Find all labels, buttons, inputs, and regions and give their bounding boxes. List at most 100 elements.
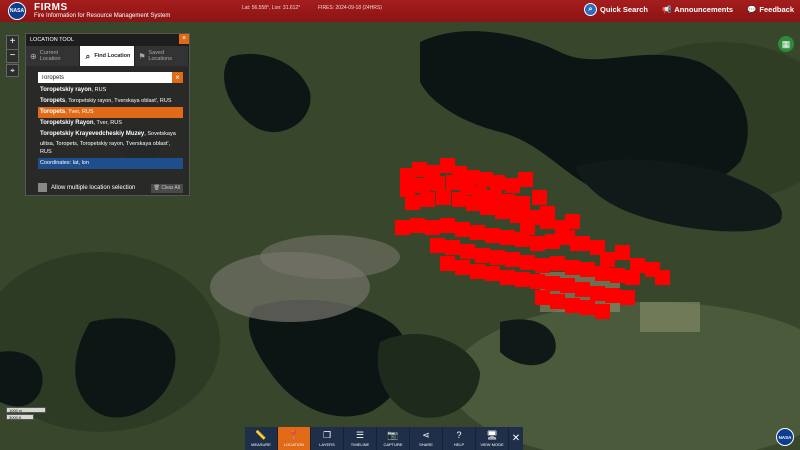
- fire-detection-cell[interactable]: [470, 225, 485, 240]
- tab-saved-locations[interactable]: ⚑ Saved Locations: [135, 46, 189, 66]
- fire-detection-cell[interactable]: [440, 218, 455, 233]
- location-tabs: ⊕ Current Location ⌕ Find Location ⚑ Sav…: [26, 46, 189, 66]
- fire-detection-cell[interactable]: [575, 282, 590, 297]
- fire-detection-cell[interactable]: [580, 262, 595, 277]
- fire-detection-cell[interactable]: [615, 245, 630, 260]
- fire-detection-cell[interactable]: [452, 192, 467, 207]
- fire-detection-cell[interactable]: [410, 218, 425, 233]
- fire-detection-cell[interactable]: [545, 276, 560, 291]
- fire-detection-cell[interactable]: [475, 248, 490, 263]
- fire-detection-cell[interactable]: [560, 278, 575, 293]
- fire-detection-cell[interactable]: [505, 252, 520, 267]
- nasa-logo-corner[interactable]: NASA: [776, 428, 794, 446]
- help-button[interactable]: ? HELP: [443, 427, 476, 450]
- fire-detection-cell[interactable]: [490, 175, 505, 190]
- fire-detection-cell[interactable]: [600, 252, 615, 267]
- result-item-selected[interactable]: Toropets, Tver, RUS: [38, 107, 183, 118]
- zoom-in-button[interactable]: +: [7, 36, 18, 49]
- fire-detection-cell[interactable]: [595, 266, 610, 281]
- fire-detection-cell[interactable]: [518, 172, 533, 187]
- result-item[interactable]: Toropetskiy Krayevedcheskiy Muzey, Sovet…: [38, 129, 183, 158]
- fire-detection-cell[interactable]: [446, 175, 461, 190]
- fire-detection-cell[interactable]: [430, 176, 445, 191]
- fire-detection-cell[interactable]: [500, 230, 515, 245]
- fire-detection-cell[interactable]: [520, 220, 535, 235]
- fire-detection-cell[interactable]: [620, 290, 635, 305]
- fire-detection-cell[interactable]: [430, 238, 445, 253]
- quick-search-button[interactable]: ⌕ Quick Search: [583, 3, 648, 16]
- fire-detection-cell[interactable]: [535, 258, 550, 273]
- checkbox[interactable]: [38, 183, 47, 192]
- fire-detection-cell[interactable]: [540, 214, 555, 229]
- fire-detection-cell[interactable]: [455, 222, 470, 237]
- fire-detection-cell[interactable]: [550, 256, 565, 271]
- fire-detection-cell[interactable]: [565, 214, 580, 229]
- multi-location-toggle[interactable]: Allow multiple location selection: [38, 183, 135, 192]
- fire-detection-cell[interactable]: [400, 182, 415, 197]
- fire-detection-cell[interactable]: [485, 266, 500, 281]
- tab-find-location[interactable]: ⌕ Find Location: [80, 46, 135, 66]
- fire-detection-cell[interactable]: [530, 274, 545, 289]
- announcements-button[interactable]: 📢 Announcements: [662, 5, 733, 14]
- fire-detection-cell[interactable]: [535, 290, 550, 305]
- location-search-input[interactable]: [38, 72, 172, 83]
- coordinates-option[interactable]: Coordinates: lat, lon: [38, 158, 183, 170]
- fire-detection-cell[interactable]: [495, 204, 510, 219]
- fire-detection-cell[interactable]: [436, 190, 451, 205]
- fire-detection-cell[interactable]: [570, 236, 585, 251]
- fire-detection-cell[interactable]: [590, 286, 605, 301]
- share-button[interactable]: ⋖ SHARE: [410, 427, 443, 450]
- fire-detection-cell[interactable]: [580, 300, 595, 315]
- feedback-button[interactable]: 💬 Feedback: [747, 5, 794, 14]
- result-item[interactable]: Toropetskiy Rayon, Tver, RUS: [38, 118, 183, 129]
- location-button[interactable]: 📍 LOCATION: [278, 427, 311, 450]
- result-item[interactable]: Toropets, Toropetskiy rayon, Tverskaya o…: [38, 96, 183, 107]
- fire-detection-cell[interactable]: [655, 270, 670, 285]
- fire-detection-cell[interactable]: [500, 270, 515, 285]
- fire-detection-cell[interactable]: [605, 288, 620, 303]
- fire-detection-cell[interactable]: [415, 178, 430, 193]
- fire-detection-cell[interactable]: [395, 220, 410, 235]
- fire-detection-cell[interactable]: [550, 294, 565, 309]
- zoom-out-button[interactable]: −: [7, 49, 18, 62]
- fire-detection-cell[interactable]: [490, 250, 505, 265]
- fire-detection-cell[interactable]: [455, 260, 470, 275]
- fire-detection-cell[interactable]: [405, 195, 420, 210]
- fire-detection-cell[interactable]: [460, 244, 475, 259]
- fire-detection-cell[interactable]: [445, 240, 460, 255]
- fire-detection-cell[interactable]: [545, 234, 560, 249]
- locate-me-button[interactable]: ⌖: [6, 64, 19, 77]
- fire-detection-cell[interactable]: [470, 264, 485, 279]
- result-item[interactable]: Toropetskiy rayon, RUS: [38, 85, 183, 96]
- fire-detection-cell[interactable]: [420, 192, 435, 207]
- close-location-tool-button[interactable]: ×: [179, 34, 189, 44]
- fire-detection-cell[interactable]: [630, 258, 645, 273]
- fire-detection-cell[interactable]: [530, 236, 545, 251]
- fire-detection-cell[interactable]: [595, 304, 610, 319]
- clear-all-button[interactable]: 🗑 Clear All: [150, 184, 183, 193]
- nasa-logo[interactable]: NASA: [8, 2, 26, 20]
- fire-detection-cell[interactable]: [466, 196, 481, 211]
- clear-search-button[interactable]: ×: [172, 72, 183, 83]
- fire-detection-cell[interactable]: [520, 255, 535, 270]
- fire-detection-cell[interactable]: [505, 178, 520, 193]
- basemap-grid-button[interactable]: ▦: [778, 36, 794, 52]
- fire-detection-cell[interactable]: [565, 260, 580, 275]
- fire-detection-cell[interactable]: [485, 228, 500, 243]
- tab-current-location[interactable]: ⊕ Current Location: [26, 46, 81, 66]
- capture-button[interactable]: 📷 CAPTURE: [377, 427, 410, 450]
- fire-detection-cell[interactable]: [610, 268, 625, 283]
- fire-detection-cell[interactable]: [532, 190, 547, 205]
- fire-detection-cell[interactable]: [425, 220, 440, 235]
- fire-detection-cell[interactable]: [515, 272, 530, 287]
- fire-detection-cell[interactable]: [412, 162, 427, 177]
- layers-button[interactable]: ❐ LAYERS: [311, 427, 344, 450]
- fire-detection-cell[interactable]: [480, 200, 495, 215]
- measure-button[interactable]: 📏 MEASURE: [245, 427, 278, 450]
- view-mode-button[interactable]: 🖥 VIEW MODE: [476, 427, 509, 450]
- fire-detection-cell[interactable]: [565, 298, 580, 313]
- timeline-button[interactable]: ☰ TIMELINE: [344, 427, 377, 450]
- close-toolbar-button[interactable]: ✕: [509, 427, 523, 450]
- fire-detection-cell[interactable]: [440, 256, 455, 271]
- brand[interactable]: FIRMS Fire Information for Resource Mana…: [34, 3, 170, 20]
